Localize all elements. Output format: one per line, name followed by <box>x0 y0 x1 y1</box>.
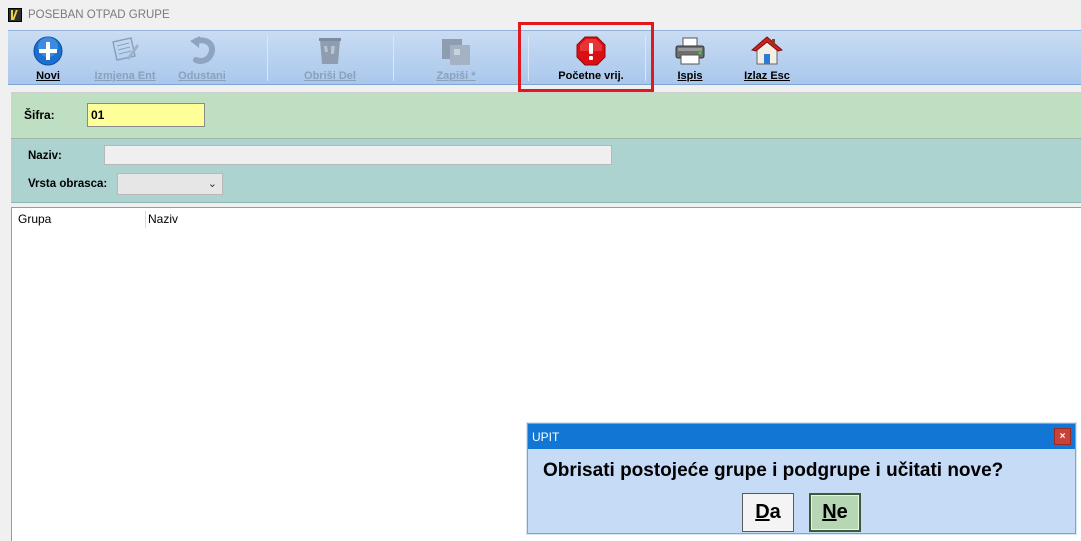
dialog-title-bar: UPIT × <box>528 424 1075 449</box>
obrisi-button[interactable]: Obriši Del <box>300 31 360 86</box>
column-header-grupa[interactable]: Grupa <box>18 212 51 226</box>
plus-icon <box>31 34 65 68</box>
yes-button[interactable]: Da <box>742 493 794 532</box>
izmjena-label: Izmjena Ent <box>94 70 156 82</box>
sifra-input[interactable]: 01 <box>87 103 205 127</box>
yes-label: a <box>769 501 781 523</box>
home-icon <box>750 34 784 68</box>
chevron-down-icon: ⌄ <box>207 178 217 190</box>
save-icon <box>439 34 473 68</box>
novi-label: Novi <box>36 70 60 82</box>
edit-icon <box>108 34 142 68</box>
odustani-label: Odustani <box>178 70 226 82</box>
obrisi-label: Obriši Del <box>304 70 356 82</box>
app-logo-icon <box>8 8 22 22</box>
vrsta-obrasca-select[interactable]: ⌄ <box>117 173 223 195</box>
yes-accelerator: D <box>755 501 770 523</box>
dialog-message: Obrisati postojeće grupe i podgrupe i uč… <box>543 460 1004 481</box>
toolbar-separator <box>267 35 268 81</box>
naziv-label: Naziv: <box>28 150 62 162</box>
confirm-dialog: UPIT × Obrisati postojeće grupe i podgru… <box>527 423 1076 534</box>
naziv-input[interactable] <box>104 145 612 165</box>
undo-icon <box>185 34 219 68</box>
grid-header: Grupa Naziv <box>12 208 1081 230</box>
zapisi-label: Zapiši * <box>436 70 476 82</box>
novi-button[interactable]: Novi <box>30 31 66 86</box>
ispis-button[interactable]: Ispis <box>672 31 708 86</box>
zapisi-button[interactable]: Zapiši * <box>428 31 484 86</box>
printer-icon <box>673 34 707 68</box>
vrsta-obrasca-label: Vrsta obrasca: <box>28 178 108 190</box>
sifra-label: Šifra: <box>24 108 55 122</box>
close-icon[interactable]: × <box>1054 428 1071 445</box>
no-button[interactable]: Ne <box>809 493 861 532</box>
window-title: POSEBAN OTPAD GRUPE <box>28 9 170 21</box>
dialog-title: UPIT <box>532 429 560 444</box>
izlaz-button[interactable]: Izlaz Esc <box>742 31 792 86</box>
no-accelerator: N <box>822 501 837 523</box>
toolbar-separator <box>393 35 394 81</box>
no-label: e <box>836 501 848 523</box>
trash-icon <box>313 34 347 68</box>
highlight-box <box>518 22 654 92</box>
izmjena-button[interactable]: Izmjena Ent <box>92 31 158 86</box>
column-header-naziv[interactable]: Naziv <box>148 212 178 226</box>
izlaz-label: Izlaz Esc <box>744 70 790 82</box>
ispis-label: Ispis <box>677 70 703 82</box>
column-divider[interactable] <box>145 211 146 228</box>
odustani-button[interactable]: Odustani <box>176 31 228 86</box>
